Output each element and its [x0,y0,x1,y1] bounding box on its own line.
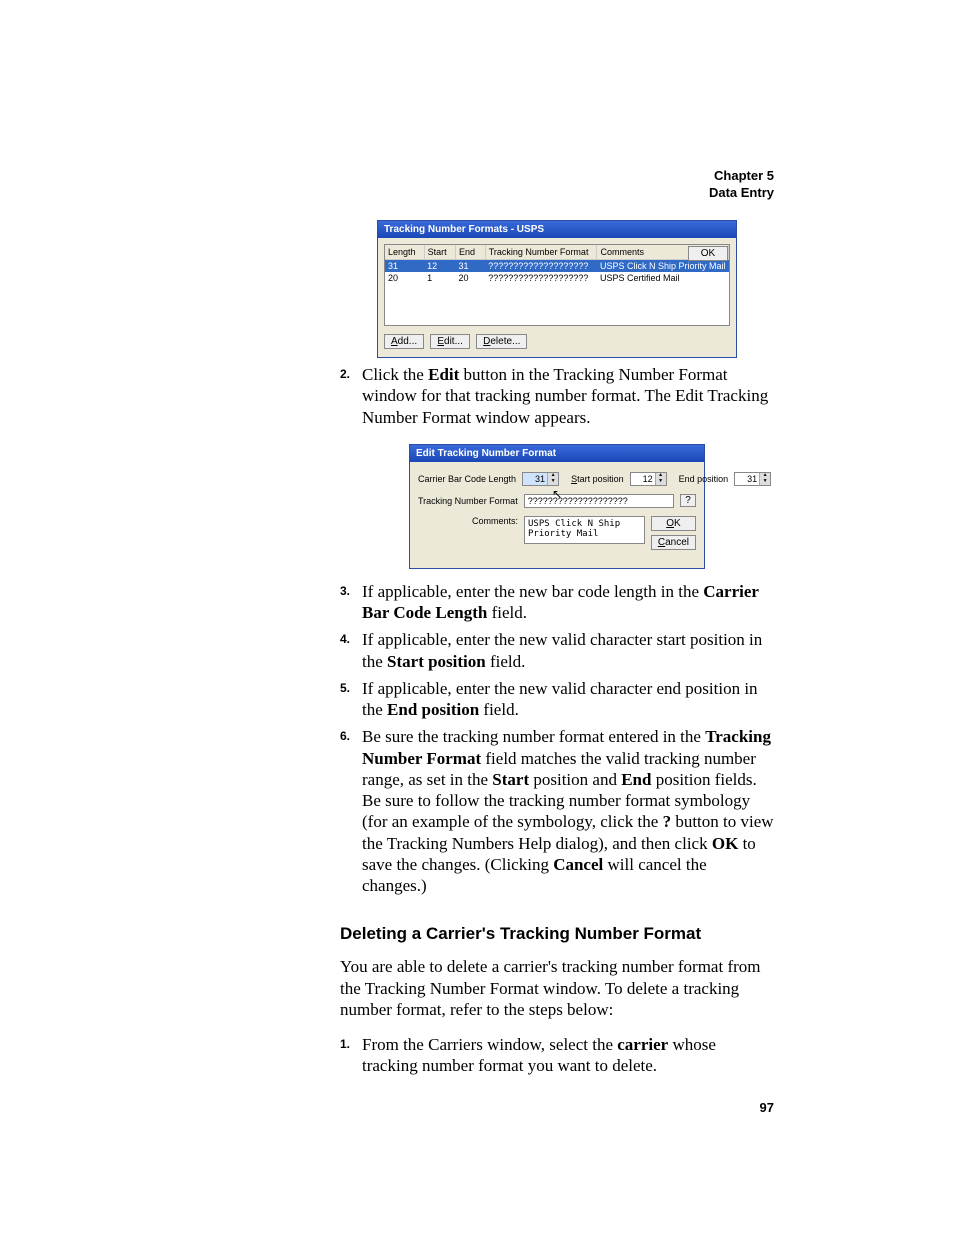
length-stepper[interactable]: ▲▼ [522,472,559,486]
page-header: Chapter 5 Data Entry [709,168,774,202]
add-label: dd... [398,336,417,347]
col-start: Start [424,245,455,260]
end-field[interactable] [735,473,759,485]
help-button[interactable]: ? [680,494,696,507]
comments-label: Comments: [418,516,518,526]
formats-list[interactable]: Length Start End Tracking Number Format … [384,244,730,326]
page-number: 97 [760,1100,774,1115]
step-text: If applicable, enter the new valid chara… [362,678,774,721]
table-row[interactable]: 31 12 31 ???????????????????? USPS Click… [385,260,729,273]
edit-format-window: Edit Tracking Number Format Carrier Bar … [409,444,705,569]
col-format: Tracking Number Format [485,245,597,260]
step-2: 2. Click the Edit button in the Tracking… [340,364,774,428]
step-number: 6. [340,726,362,896]
end-stepper[interactable]: ▲▼ [734,472,771,486]
step-text: From the Carriers window, select the car… [362,1034,774,1077]
chapter-title: Data Entry [709,185,774,200]
length-label: Carrier Bar Code Length [418,474,516,484]
step-text: If applicable, enter the new valid chara… [362,629,774,672]
tracking-formats-window: Tracking Number Formats - USPS OK Length… [377,220,737,358]
window-title: Edit Tracking Number Format [410,445,704,462]
start-stepper[interactable]: ▲▼ [630,472,667,486]
delete-button[interactable]: Delete... [476,334,527,349]
delete-step-1: 1. From the Carriers window, select the … [340,1034,774,1077]
step-number: 1. [340,1034,362,1077]
step-text: Click the Edit button in the Tracking Nu… [362,364,774,428]
cancel-button[interactable]: Cancel [651,535,696,550]
edit-label: dit... [444,336,463,347]
length-field[interactable] [523,473,547,485]
section-intro: You are able to delete a carrier's track… [340,956,774,1020]
step-number: 4. [340,629,362,672]
comments-field[interactable] [524,516,645,544]
start-label: Start position [571,474,624,484]
col-end: End [455,245,485,260]
spinner-arrows-icon[interactable]: ▲▼ [547,473,558,485]
start-field[interactable] [631,473,655,485]
table-row[interactable]: 20 1 20 ???????????????????? USPS Certif… [385,272,729,284]
step-number: 3. [340,581,362,624]
ok-button[interactable]: OK [688,246,728,261]
end-label: End position [679,474,729,484]
add-button[interactable]: Add... [384,334,424,349]
format-label: Tracking Number Format [418,496,518,506]
step-4: 4. If applicable, enter the new valid ch… [340,629,774,672]
ok-button[interactable]: OK [651,516,696,531]
spinner-arrows-icon[interactable]: ▲▼ [759,473,770,485]
main-content: Tracking Number Formats - USPS OK Length… [340,220,774,1083]
col-length: Length [385,245,424,260]
step-text: Be sure the tracking number format enter… [362,726,774,896]
step-number: 5. [340,678,362,721]
step-5: 5. If applicable, enter the new valid ch… [340,678,774,721]
step-text: If applicable, enter the new bar code le… [362,581,774,624]
delete-label: elete... [490,336,520,347]
edit-button[interactable]: Edit... [430,334,470,349]
step-number: 2. [340,364,362,428]
section-heading: Deleting a Carrier's Tracking Number For… [340,924,774,944]
format-field[interactable] [524,494,674,508]
step-6: 6. Be sure the tracking number format en… [340,726,774,896]
table-header-row: Length Start End Tracking Number Format … [385,245,729,260]
step-3: 3. If applicable, enter the new bar code… [340,581,774,624]
chapter-label: Chapter 5 [714,168,774,183]
spinner-arrows-icon[interactable]: ▲▼ [655,473,666,485]
window-title: Tracking Number Formats - USPS [378,221,736,238]
